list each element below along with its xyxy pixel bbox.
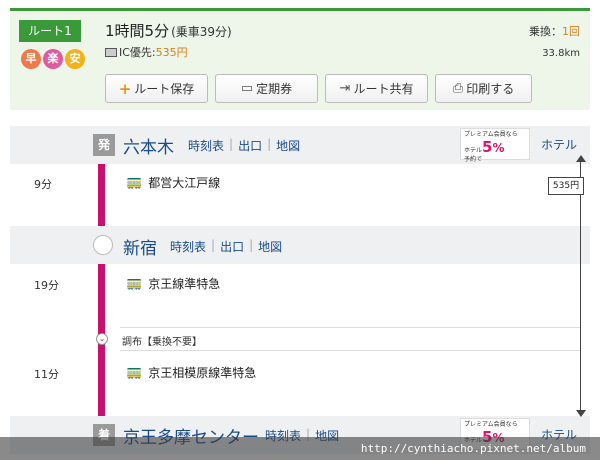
segment-minutes: 9分 [34,178,52,191]
segment-minutes: 11分 [34,368,59,381]
station-links: 時刻表 | 出口 | 地図 [188,137,301,154]
timetable-link[interactable]: 時刻表 [188,137,224,154]
map-link[interactable]: 地図 [258,238,282,255]
fare-value: 535円 [155,46,188,59]
through-station: 調布【乗換不要】 [122,337,202,348]
save-route-label: ルート保存 [134,82,195,96]
exit-link[interactable]: 出口 [220,238,244,255]
divider [120,327,580,328]
share-route-button[interactable]: ⇥ ルート共有 [325,74,428,103]
transfer-count: 乗換：1回 [529,23,580,39]
easy-icon: 楽 [43,49,63,69]
fast-icon: 早 [21,49,41,69]
section-fare-box: 535円 [548,177,584,195]
station-name[interactable]: 新宿 [123,234,157,259]
arrow-up-icon [576,155,586,162]
action-buttons: + ルート保存 ▭ 定期券 ⇥ ルート共有 ⎙ 印刷する [105,74,532,103]
line-name[interactable]: 京王相模原線準特急 [148,364,256,381]
hotel-link[interactable]: ホテル [541,136,577,153]
route-feature-icons: 早 楽 安 [21,49,85,69]
line-name[interactable]: 都営大江戸線 [148,174,220,191]
divider [120,350,580,351]
save-route-button[interactable]: + ルート保存 [105,74,208,103]
station-name[interactable]: 六本木 [123,133,174,158]
plus-icon: + [118,79,132,98]
premium-pct: 5 [482,138,493,157]
premium-hotel-banner[interactable]: プレミアム会員なら ホテル5% 予約で [460,128,530,164]
route-summary-panel: ルート1 早 楽 安 1時間5分 (乗車39分) IC優先: 535円 乗換：1回… [10,8,590,110]
ic-label: IC優先: [119,46,156,59]
transfer-value: 1回 [562,25,580,38]
pass-card-icon: ▭ [240,81,254,96]
exit-link[interactable]: 出口 [238,137,262,154]
print-button[interactable]: ⎙ 印刷する [435,74,532,103]
commuter-pass-label: 定期券 [256,82,293,96]
ride-time: (乗車39分) [171,25,232,39]
commuter-pass-button[interactable]: ▭ 定期券 [215,74,318,103]
segment-line: 🚃 京王相模原線準特急 [126,364,256,381]
train-icon: 🚃 [126,175,143,190]
distance: 33.8km [542,48,580,59]
station-transfer: 新宿 時刻表 | 出口 | 地図 [10,226,590,264]
map-link[interactable]: 地図 [276,137,300,154]
premium-line2: ホテル [464,147,483,155]
share-route-label: ルート共有 [353,82,414,96]
station-links: 時刻表 | 出口 | 地図 [170,238,283,255]
ic-card-icon [105,47,117,57]
arrow-down-icon [576,410,586,417]
route-badge[interactable]: ルート1 [19,20,81,42]
segment-minutes: 19分 [34,279,59,292]
cheap-icon: 安 [65,49,85,69]
watermark: http://cynthiacho.pixnet.net/album [0,437,600,460]
chevron-down-icon: ⌄ [96,333,108,345]
premium-line1: プレミアム会員なら [464,421,518,428]
share-icon: ⇥ [339,81,351,96]
segment-line: 🚃 都営大江戸線 [126,174,220,191]
route-line [98,145,105,445]
printer-icon: ⎙ [452,81,464,96]
transfer-label: 乗換： [529,25,562,38]
route-duration: 1時間5分 (乗車39分) [105,20,232,41]
premium-line1: プレミアム会員なら [464,131,518,138]
line-name[interactable]: 京王線準特急 [148,275,220,292]
segment-line: 🚃 京王線準特急 [126,275,220,292]
duration-value: 1時間5分 [105,22,170,40]
transfer-node-icon [93,235,113,255]
station-departure: 発 六本木 時刻表 | 出口 | 地図 プレミアム会員なら ホテル5% 予約で ホテ… [10,126,590,164]
timetable-link[interactable]: 時刻表 [170,238,206,255]
print-label: 印刷する [466,82,515,96]
fare-range-line [580,158,581,413]
train-icon: 🚃 [126,365,143,380]
fare-line: IC優先: 535円 [105,44,188,60]
departure-marker: 発 [93,134,115,156]
train-icon: 🚃 [126,276,143,291]
premium-line3: 予約で [464,156,483,164]
premium-unit: % [492,141,505,156]
